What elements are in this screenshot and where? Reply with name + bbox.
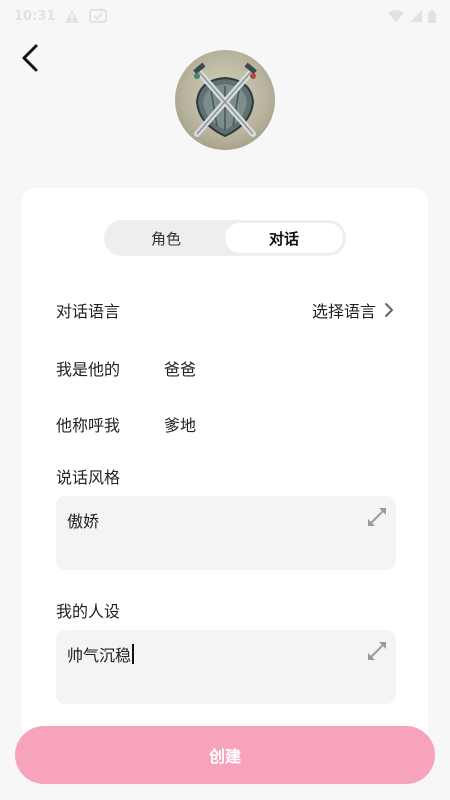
- expand-icon[interactable]: [366, 640, 388, 662]
- relation-row: 我是他的 爸爸: [56, 356, 394, 380]
- status-left: 10:31: [14, 8, 108, 24]
- tab-character[interactable]: 角色: [107, 223, 225, 253]
- crossed-swords-shield-image: [193, 62, 257, 138]
- battery-icon: [428, 9, 436, 23]
- language-label: 对话语言: [56, 302, 121, 321]
- persona-value: 帅气沉稳: [67, 646, 132, 665]
- status-bar: 10:31: [0, 0, 450, 32]
- create-button[interactable]: 创建: [15, 726, 435, 784]
- expand-icon[interactable]: [366, 506, 388, 528]
- persona-text: 帅气沉稳: [67, 642, 135, 666]
- mode-tabs: 角色 对话: [104, 220, 346, 256]
- back-button[interactable]: [14, 42, 46, 74]
- relation-input[interactable]: 爸爸: [164, 356, 196, 380]
- language-value: 选择语言: [311, 302, 376, 321]
- address-row: 他称呼我 爹地: [56, 412, 394, 436]
- wifi-icon: [388, 10, 404, 22]
- status-right: [388, 9, 436, 23]
- text-caret: [132, 644, 135, 664]
- style-label: 说话风格: [56, 468, 121, 487]
- avatar[interactable]: [175, 50, 275, 150]
- form-card: 角色 对话 对话语言 选择语言 我是他的 爸爸 他称呼我 爹地 说话风格 傲娇 …: [22, 188, 428, 748]
- signal-icon: [410, 10, 422, 22]
- status-time: 10:31: [14, 8, 56, 24]
- notification-icon: [89, 9, 108, 23]
- language-picker[interactable]: 选择语言: [312, 298, 394, 322]
- persona-label: 我的人设: [56, 602, 121, 621]
- persona-textarea[interactable]: 帅气沉稳: [56, 630, 396, 704]
- address-label: 他称呼我: [56, 416, 121, 435]
- back-arrow-icon: [22, 44, 38, 72]
- tab-dialogue[interactable]: 对话: [225, 223, 343, 253]
- address-input[interactable]: 爹地: [164, 412, 196, 436]
- style-value: 傲娇: [67, 512, 100, 531]
- warning-icon: [65, 9, 80, 23]
- relation-label: 我是他的: [56, 360, 121, 379]
- style-textarea[interactable]: 傲娇: [56, 496, 396, 570]
- language-row: 对话语言 选择语言: [56, 298, 394, 322]
- chevron-right-icon: [385, 303, 393, 317]
